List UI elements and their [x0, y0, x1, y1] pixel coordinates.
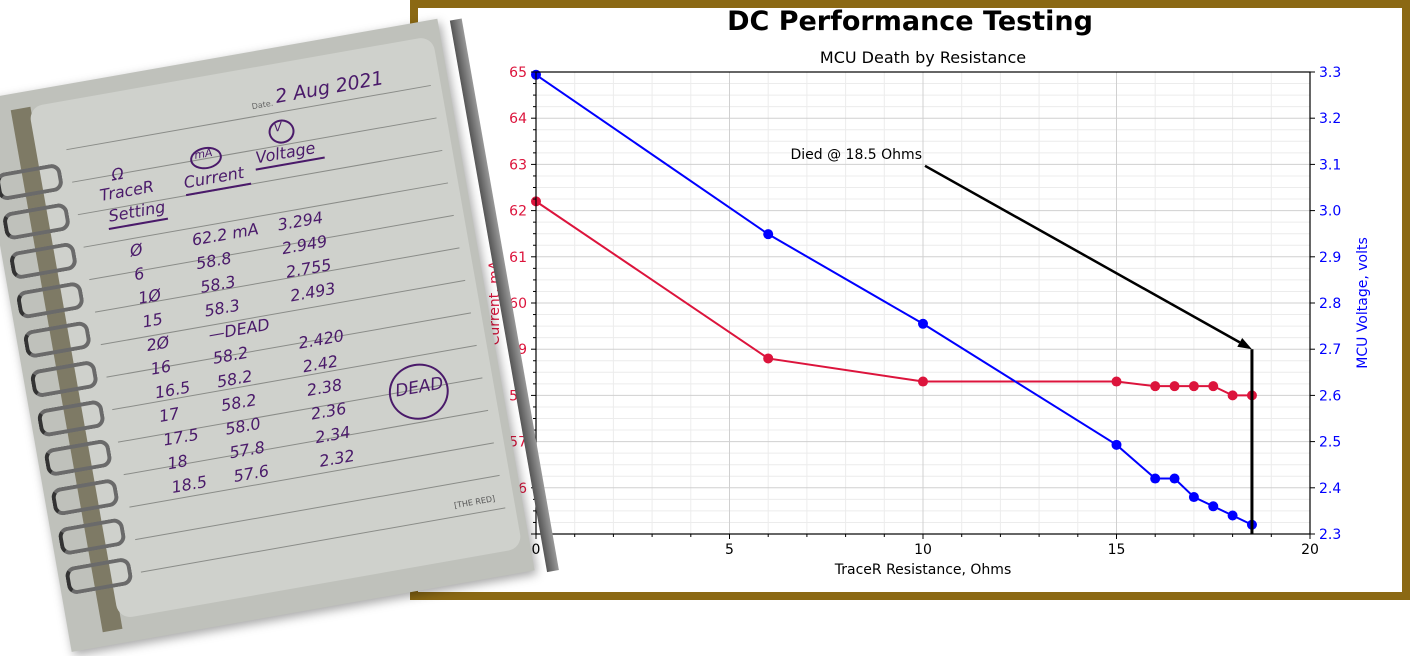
current-data-point: [1208, 381, 1219, 392]
annotation-arrow-shaft: [924, 164, 1241, 344]
y-left-tick-label: 61: [509, 250, 527, 266]
y-right-tick-label: 2.6: [1319, 388, 1341, 404]
y-left-tick-label: 63: [509, 157, 527, 173]
x-tick-label: 5: [725, 542, 734, 558]
current-data-point: [1227, 390, 1238, 401]
y-right-tick-label: 2.3: [1319, 527, 1341, 543]
y-right-tick-label: 2.4: [1319, 481, 1341, 497]
series-layer: [531, 69, 1257, 530]
notebook-cell: 18: [165, 451, 190, 474]
y-right-tick-label: 3.0: [1319, 204, 1341, 220]
annotation-arrow-head: [1237, 337, 1252, 350]
notebook-cell: 2Ø: [145, 332, 171, 356]
voltage-data-point: [763, 229, 774, 240]
notebook-photo: Date. 2 Aug 2021 Ω TraceR Setting mA Cur…: [0, 18, 559, 652]
y-axis-right-label: MCU Voltage, volts: [1355, 237, 1371, 369]
y-right-tick-label: 2.9: [1319, 250, 1341, 266]
y-left-tick-label: 62: [509, 204, 527, 220]
voltage-data-point: [1227, 510, 1238, 521]
current-data-point: [1169, 381, 1180, 392]
y-right-tick-label: 2.7: [1319, 342, 1341, 358]
y-left-tick-label: 64: [509, 111, 527, 127]
voltage-data-point: [1188, 492, 1199, 503]
notebook-cell: 15: [140, 309, 165, 332]
x-tick-label: 15: [1108, 542, 1126, 558]
ticks: 0510152055565758596061626364652.32.42.52…: [509, 65, 1341, 558]
y-right-tick-label: 3.1: [1319, 157, 1341, 173]
current-data-point: [918, 376, 928, 387]
current-series-line: [535, 200, 1252, 397]
notebook-cell: 1Ø: [136, 285, 163, 308]
x-tick-label: 10: [914, 542, 932, 558]
y-right-tick-label: 3.2: [1319, 111, 1341, 127]
notebook-cell: 17: [157, 403, 181, 426]
notebook-cell: Ø: [128, 239, 145, 261]
y-left-tick-label: 65: [509, 65, 527, 81]
voltage-data-point: [1208, 501, 1219, 512]
current-data-point: [1150, 381, 1161, 392]
current-data-point: [763, 353, 774, 364]
y-right-tick-label: 2.5: [1319, 435, 1341, 451]
x-tick-label: 0: [532, 542, 541, 558]
x-axis-label: TraceR Resistance, Ohms: [834, 562, 1011, 578]
y-right-tick-label: 3.3: [1319, 65, 1341, 81]
voltage-data-point: [1111, 439, 1122, 450]
current-data-point: [1111, 376, 1122, 387]
voltage-data-point: [1169, 473, 1180, 484]
current-data-point: [1188, 381, 1199, 392]
x-tick-label: 20: [1301, 542, 1319, 558]
voltage-data-point: [1150, 473, 1161, 484]
annotation-text: Died @ 18.5 Ohms: [790, 147, 922, 163]
y-right-tick-label: 2.8: [1319, 296, 1341, 312]
notebook-cell: 16: [149, 356, 173, 379]
voltage-data-point: [918, 318, 928, 329]
voltage-series-line: [535, 73, 1253, 526]
